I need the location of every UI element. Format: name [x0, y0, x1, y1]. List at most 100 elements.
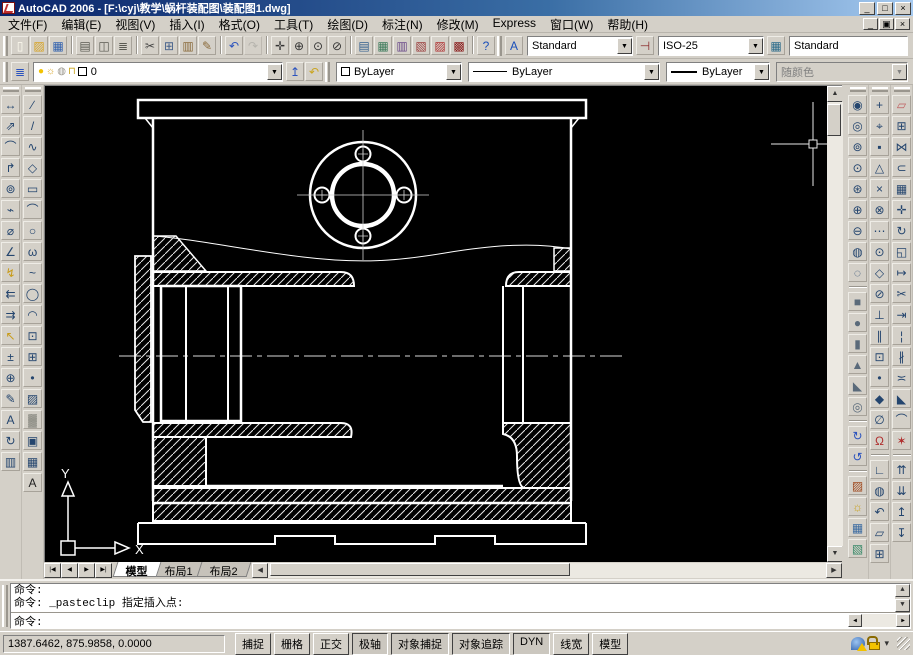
stretch-icon[interactable]: ↦ [892, 263, 911, 282]
scroll-up-icon[interactable]: ▲ [827, 86, 843, 102]
menu-express[interactable]: Express [486, 15, 543, 34]
combo-arrow-icon[interactable]: ▼ [446, 64, 461, 80]
snap-endpoint-icon[interactable]: ▪ [870, 137, 889, 156]
region-icon[interactable]: ▣ [23, 431, 42, 450]
combo-arrow-icon[interactable]: ▼ [748, 38, 763, 54]
render-icon[interactable]: ▨ [848, 476, 867, 495]
combo-arrow-icon[interactable]: ▼ [754, 64, 769, 80]
text-style-combo[interactable]: Standard ▼ [527, 36, 633, 56]
command-scrollbar[interactable]: ▲ ▼ [895, 584, 910, 612]
dim-text-edit-icon[interactable]: A [1, 410, 20, 429]
tab-nav-next[interactable]: ▶ [78, 563, 95, 578]
horizontal-scroll-thumb[interactable] [270, 563, 570, 576]
dim-style-combo[interactable]: ISO-25 ▼ [658, 36, 764, 56]
toggle-dyn[interactable]: DYN [513, 633, 550, 655]
trim-icon[interactable]: ✂ [892, 284, 911, 303]
copy-object-icon[interactable]: ⊞ [892, 116, 911, 135]
toggle-lwt[interactable]: 线宽 [553, 633, 589, 655]
chamfer-icon[interactable]: ◣ [892, 389, 911, 408]
communication-center-icon[interactable] [851, 637, 865, 650]
dim-continue-icon[interactable]: ⇉ [1, 305, 20, 324]
scroll-right-icon[interactable]: ▶ [896, 614, 910, 627]
sheet-set-manager-icon[interactable]: ▥ [393, 36, 411, 55]
offset-icon[interactable]: ⊂ [892, 158, 911, 177]
scroll-right-icon[interactable]: ▶ [826, 563, 842, 578]
status-bar-menu-icon[interactable]: ▾ [884, 638, 889, 649]
scroll-down-icon[interactable]: ▼ [827, 546, 843, 562]
cone-icon[interactable]: ▲ [848, 355, 867, 374]
toolbar-grip[interactable] [872, 87, 888, 92]
zoom-dynamic-icon[interactable]: ◎ [848, 116, 867, 135]
snap-insert-icon[interactable]: ⊡ [870, 347, 889, 366]
table-style-combo[interactable]: Standard [789, 36, 908, 56]
toolbar-grip[interactable] [497, 36, 502, 56]
center-mark-icon[interactable]: ⊕ [1, 368, 20, 387]
zoom-in-icon[interactable]: ⊕ [848, 200, 867, 219]
make-block-icon[interactable]: ⊞ [23, 347, 42, 366]
3d-continuous-orbit-icon[interactable]: ↺ [848, 447, 867, 466]
zoom-window-icon[interactable]: ◉ [848, 95, 867, 114]
break-icon[interactable]: ∦ [892, 347, 911, 366]
command-input[interactable]: 命令: ◀ ▶ [11, 612, 910, 628]
ucs-world-icon[interactable]: ◍ [870, 481, 889, 500]
break-at-point-icon[interactable]: ¦ [892, 326, 911, 345]
toolbar-grip[interactable] [3, 62, 8, 82]
spline-icon[interactable]: ~ [23, 263, 42, 282]
toggle-snap[interactable]: 捕捉 [235, 633, 271, 655]
new-icon[interactable]: ▯ [11, 36, 29, 55]
rotate-icon[interactable]: ↻ [892, 221, 911, 240]
open-icon[interactable]: ▨ [30, 36, 48, 55]
torus-icon[interactable]: ◎ [848, 397, 867, 416]
combo-arrow-icon[interactable]: ▼ [617, 38, 632, 54]
quickcalc-icon[interactable]: ▩ [450, 36, 468, 55]
join-icon[interactable]: ≍ [892, 368, 911, 387]
extend-icon[interactable]: ⇥ [892, 305, 911, 324]
layer-lock-icon[interactable]: ⊓ [68, 66, 76, 77]
scroll-left-icon[interactable]: ◀ [252, 563, 268, 578]
line-icon[interactable]: ∕ [23, 95, 42, 114]
doc-minimize-button[interactable]: _ [863, 18, 878, 30]
vertical-scroll-track[interactable] [827, 102, 843, 546]
snap-center-icon[interactable]: ⊙ [870, 242, 889, 261]
scale-icon[interactable]: ◱ [892, 242, 911, 261]
materials-icon[interactable]: ▦ [848, 518, 867, 537]
combo-arrow-icon[interactable]: ▼ [644, 64, 659, 80]
snap-quadrant-icon[interactable]: ◇ [870, 263, 889, 282]
dim-linear-icon[interactable]: ↔ [1, 95, 20, 114]
menu-tools[interactable]: 工具(T) [267, 15, 320, 34]
ucs-icon[interactable]: ∟ [870, 460, 889, 479]
explode-icon[interactable]: ✶ [892, 431, 911, 450]
menu-help[interactable]: 帮助(H) [600, 15, 655, 34]
lights-icon[interactable]: ☼ [848, 497, 867, 516]
dim-baseline-icon[interactable]: ⇇ [1, 284, 20, 303]
hatch-icon[interactable]: ▨ [23, 389, 42, 408]
layer-freeze-icon[interactable]: ☼ [46, 66, 55, 77]
color-combo[interactable]: ByLayer ▼ [336, 62, 462, 82]
make-object-layer-current-icon[interactable]: ↥ [286, 62, 304, 81]
dim-update-icon[interactable]: ↻ [1, 431, 20, 450]
markup-set-manager-icon[interactable]: ▧ [412, 36, 430, 55]
maximize-button[interactable]: □ [877, 2, 893, 15]
layer-on-icon[interactable]: ● [38, 66, 44, 77]
layer-properties-manager-icon[interactable]: ≣ [11, 62, 29, 81]
table-style-icon[interactable]: ▦ [767, 36, 785, 55]
help-icon[interactable]: ? [477, 36, 495, 55]
ellipse-arc-icon[interactable]: ◠ [23, 305, 42, 324]
snap-extension-icon[interactable]: ⋯ [870, 221, 889, 240]
zoom-previous-icon[interactable]: ⊘ [328, 36, 346, 55]
zoom-realtime-icon[interactable]: ⊕ [290, 36, 308, 55]
dim-style-manager-icon[interactable]: ▥ [1, 452, 20, 471]
array-icon[interactable]: ▦ [892, 179, 911, 198]
cut-icon[interactable]: ✂ [141, 36, 159, 55]
erase-icon[interactable]: ▱ [892, 95, 911, 114]
dim-ordinate-icon[interactable]: ↱ [1, 158, 20, 177]
sphere-icon[interactable]: ● [848, 313, 867, 332]
dim-jogged-icon[interactable]: ⌁ [1, 200, 20, 219]
circle-icon[interactable]: ○ [23, 221, 42, 240]
zoom-all-icon[interactable]: ◍ [848, 242, 867, 261]
combo-arrow-icon[interactable]: ▼ [267, 64, 282, 80]
gradient-icon[interactable]: ▓ [23, 410, 42, 429]
dim-style-icon[interactable]: ⊣ [636, 36, 654, 55]
zoom-scale-icon[interactable]: ⊚ [848, 137, 867, 156]
cylinder-icon[interactable]: ▮ [848, 334, 867, 353]
